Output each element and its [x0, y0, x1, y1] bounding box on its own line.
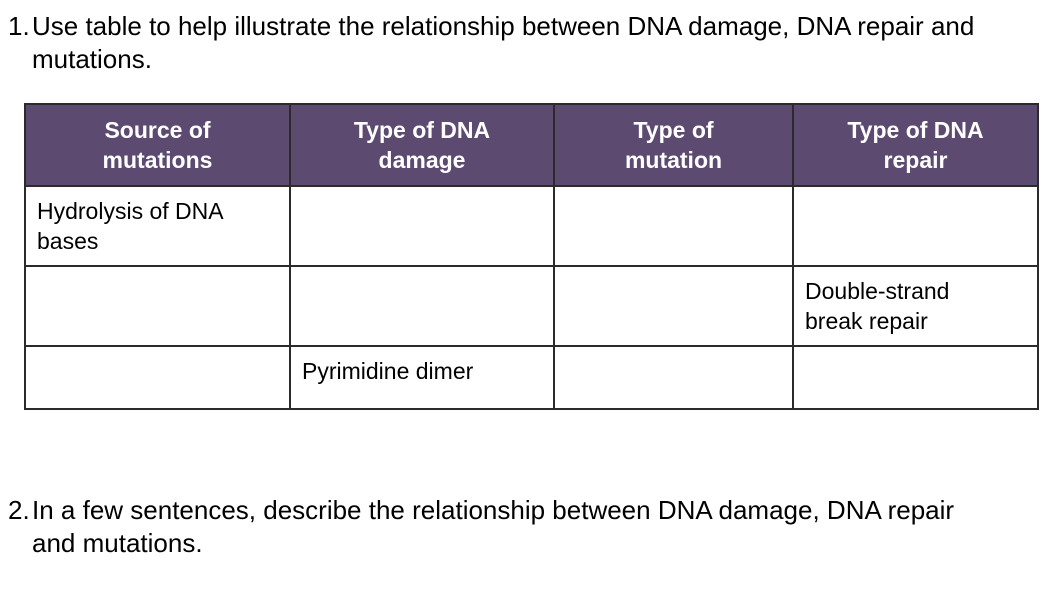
question-1-number: 1. — [8, 11, 30, 41]
table-cell[interactable] — [792, 345, 1039, 410]
table-cell[interactable]: Hydrolysis of DNA bases — [24, 185, 291, 267]
table-cell-text: Pyrimidine dimer — [302, 358, 474, 384]
column-header-source-of-mutations: Source of mutations — [24, 103, 291, 187]
question-2-text: In a few sentences, describe the relatio… — [32, 495, 955, 558]
column-header-source-of-mutations-label: Source of mutations — [102, 117, 213, 173]
table-cell[interactable]: Double-strand break repair — [792, 265, 1039, 347]
column-header-type-of-dna-damage: Type of DNA damage — [289, 103, 555, 187]
column-header-type-of-dna-damage-label: Type of DNA damage — [353, 117, 491, 173]
column-header-type-of-dna-repair-label: Type of DNA repair — [847, 117, 984, 173]
table-cell[interactable] — [792, 185, 1039, 267]
table-header: Source of mutations Type of DNA damage T… — [24, 103, 1039, 187]
table-row: Double-strand break repair — [24, 265, 1039, 347]
table-cell[interactable] — [553, 345, 794, 410]
table-cell-text: Hydrolysis of DNA bases — [37, 198, 224, 254]
table-cell[interactable] — [289, 185, 555, 267]
table-row: Pyrimidine dimer — [24, 345, 1039, 410]
table-cell[interactable] — [289, 265, 555, 347]
table-cell[interactable] — [24, 345, 291, 410]
table-cell-text: Double-strand break repair — [805, 278, 950, 334]
table-header-row: Source of mutations Type of DNA damage T… — [24, 103, 1039, 187]
table-row: Hydrolysis of DNA bases — [24, 185, 1039, 267]
column-header-type-of-dna-repair: Type of DNA repair — [792, 103, 1039, 187]
dna-relationship-table-wrapper: Source of mutations Type of DNA damage T… — [24, 103, 1039, 410]
worksheet-page: 1. Use table to help illustrate the rela… — [0, 0, 1061, 599]
question-1-text: Use table to help illustrate the relatio… — [32, 11, 975, 74]
table-cell[interactable] — [24, 265, 291, 347]
question-2: 2. In a few sentences, describe the rela… — [0, 494, 1010, 560]
table-cell[interactable] — [553, 265, 794, 347]
column-header-type-of-mutation-label: Type of mutation — [624, 117, 723, 173]
table-body: Hydrolysis of DNA bases Double-strand br… — [24, 185, 1039, 410]
dna-relationship-table: Source of mutations Type of DNA damage T… — [24, 103, 1039, 410]
question-1: 1. Use table to help illustrate the rela… — [0, 10, 1010, 76]
table-cell[interactable] — [553, 185, 794, 267]
question-2-number: 2. — [8, 495, 30, 525]
table-cell[interactable]: Pyrimidine dimer — [289, 345, 555, 410]
column-header-type-of-mutation: Type of mutation — [553, 103, 794, 187]
